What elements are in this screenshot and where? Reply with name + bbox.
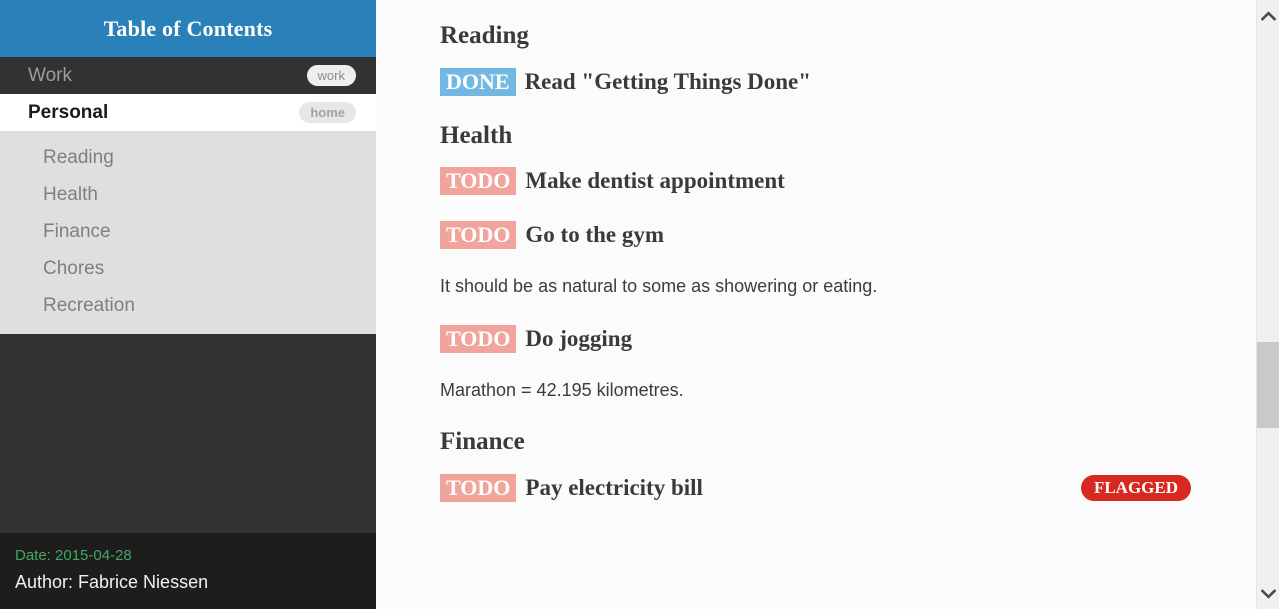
sidebar-item-reading-label: Reading [43, 146, 114, 168]
task-title: Pay electricity bill [525, 474, 703, 500]
toc-header: Table of Contents [0, 0, 376, 57]
sidebar-item-reading[interactable]: Reading [0, 139, 376, 176]
toc-top-level-list: Work work Personal home Reading Health F… [0, 57, 376, 334]
sidebar-empty-space [0, 334, 376, 533]
task-keyword-todo[interactable]: TODO [440, 324, 517, 353]
paragraph-text: It should be as natural to some as showe… [440, 276, 878, 297]
task-keyword-done[interactable]: DONE [440, 67, 516, 96]
document-content: Reading DONE Read "Getting Things Done" … [376, 0, 1279, 609]
task-left: TODO Make dentist appointment [440, 167, 785, 196]
sidebar-item-chores-label: Chores [43, 257, 105, 279]
task-keyword-todo[interactable]: TODO [440, 221, 517, 250]
sidebar-item-finance[interactable]: Finance [0, 213, 376, 250]
chevron-down-icon [1260, 588, 1276, 599]
section-heading-health: Health [440, 121, 513, 149]
task-row[interactable]: TODO Make dentist appointment [440, 167, 1239, 196]
scrollbar-thumb[interactable] [1256, 342, 1279, 428]
task-row[interactable]: DONE Read "Getting Things Done" [440, 67, 1239, 96]
task-title: Read "Getting Things Done" [524, 68, 812, 94]
vertical-scrollbar[interactable] [1256, 0, 1279, 609]
sidebar-tag-work: work [306, 65, 356, 86]
sidebar-item-recreation[interactable]: Recreation [0, 287, 376, 324]
scrollbar-track[interactable] [1256, 32, 1279, 577]
scroll-up-button[interactable] [1257, 0, 1279, 32]
task-keyword-todo[interactable]: TODO [440, 167, 517, 196]
paragraph-text: Marathon = 42.195 kilometres. [440, 379, 684, 400]
section-heading-finance: Finance [440, 428, 525, 456]
sidebar-tag-home: home [299, 102, 356, 123]
task-row[interactable]: TODO Pay electricity bill FLAGGED [440, 473, 1239, 502]
sidebar-item-health[interactable]: Health [0, 176, 376, 213]
sidebar-item-chores[interactable]: Chores [0, 250, 376, 287]
sidebar-item-health-label: Health [43, 183, 98, 205]
section-heading-reading: Reading [440, 22, 529, 49]
task-keyword-todo[interactable]: TODO [440, 473, 517, 502]
scroll-down-button[interactable] [1257, 577, 1279, 609]
task-title: Go to the gym [525, 222, 665, 248]
task-row[interactable]: TODO Go to the gym [440, 221, 1239, 250]
document-date: Date: 2015-04-28 [15, 547, 132, 564]
sidebar-footer: Date: 2015-04-28 Author: Fabrice Niessen [0, 533, 376, 609]
task-row[interactable]: TODO Do jogging [440, 324, 1239, 353]
sidebar-item-personal[interactable]: Personal home [0, 94, 376, 131]
sidebar-item-work[interactable]: Work work [0, 57, 376, 94]
sidebar-item-personal-label: Personal [28, 101, 109, 123]
sidebar-item-recreation-label: Recreation [43, 294, 135, 316]
app-root: Table of Contents Work work Personal hom… [0, 0, 1279, 609]
toc-header-title: Table of Contents [103, 15, 273, 41]
task-left: TODO Go to the gym [440, 221, 665, 250]
toc-sub-list: Reading Health Finance Chores Recreation [0, 131, 376, 334]
task-left: TODO Do jogging [440, 324, 633, 353]
sidebar-item-finance-label: Finance [43, 220, 111, 242]
task-title: Make dentist appointment [525, 168, 785, 194]
task-left: TODO Pay electricity bill [440, 473, 703, 502]
document-author: Author: Fabrice Niessen [15, 572, 209, 592]
sidebar-item-work-label: Work [28, 64, 72, 86]
table-of-contents-sidebar: Table of Contents Work work Personal hom… [0, 0, 376, 609]
task-title: Do jogging [525, 325, 633, 351]
chevron-up-icon [1260, 10, 1276, 22]
task-left: DONE Read "Getting Things Done" [440, 67, 812, 96]
status-badge-flagged[interactable]: FLAGGED [1080, 474, 1191, 501]
